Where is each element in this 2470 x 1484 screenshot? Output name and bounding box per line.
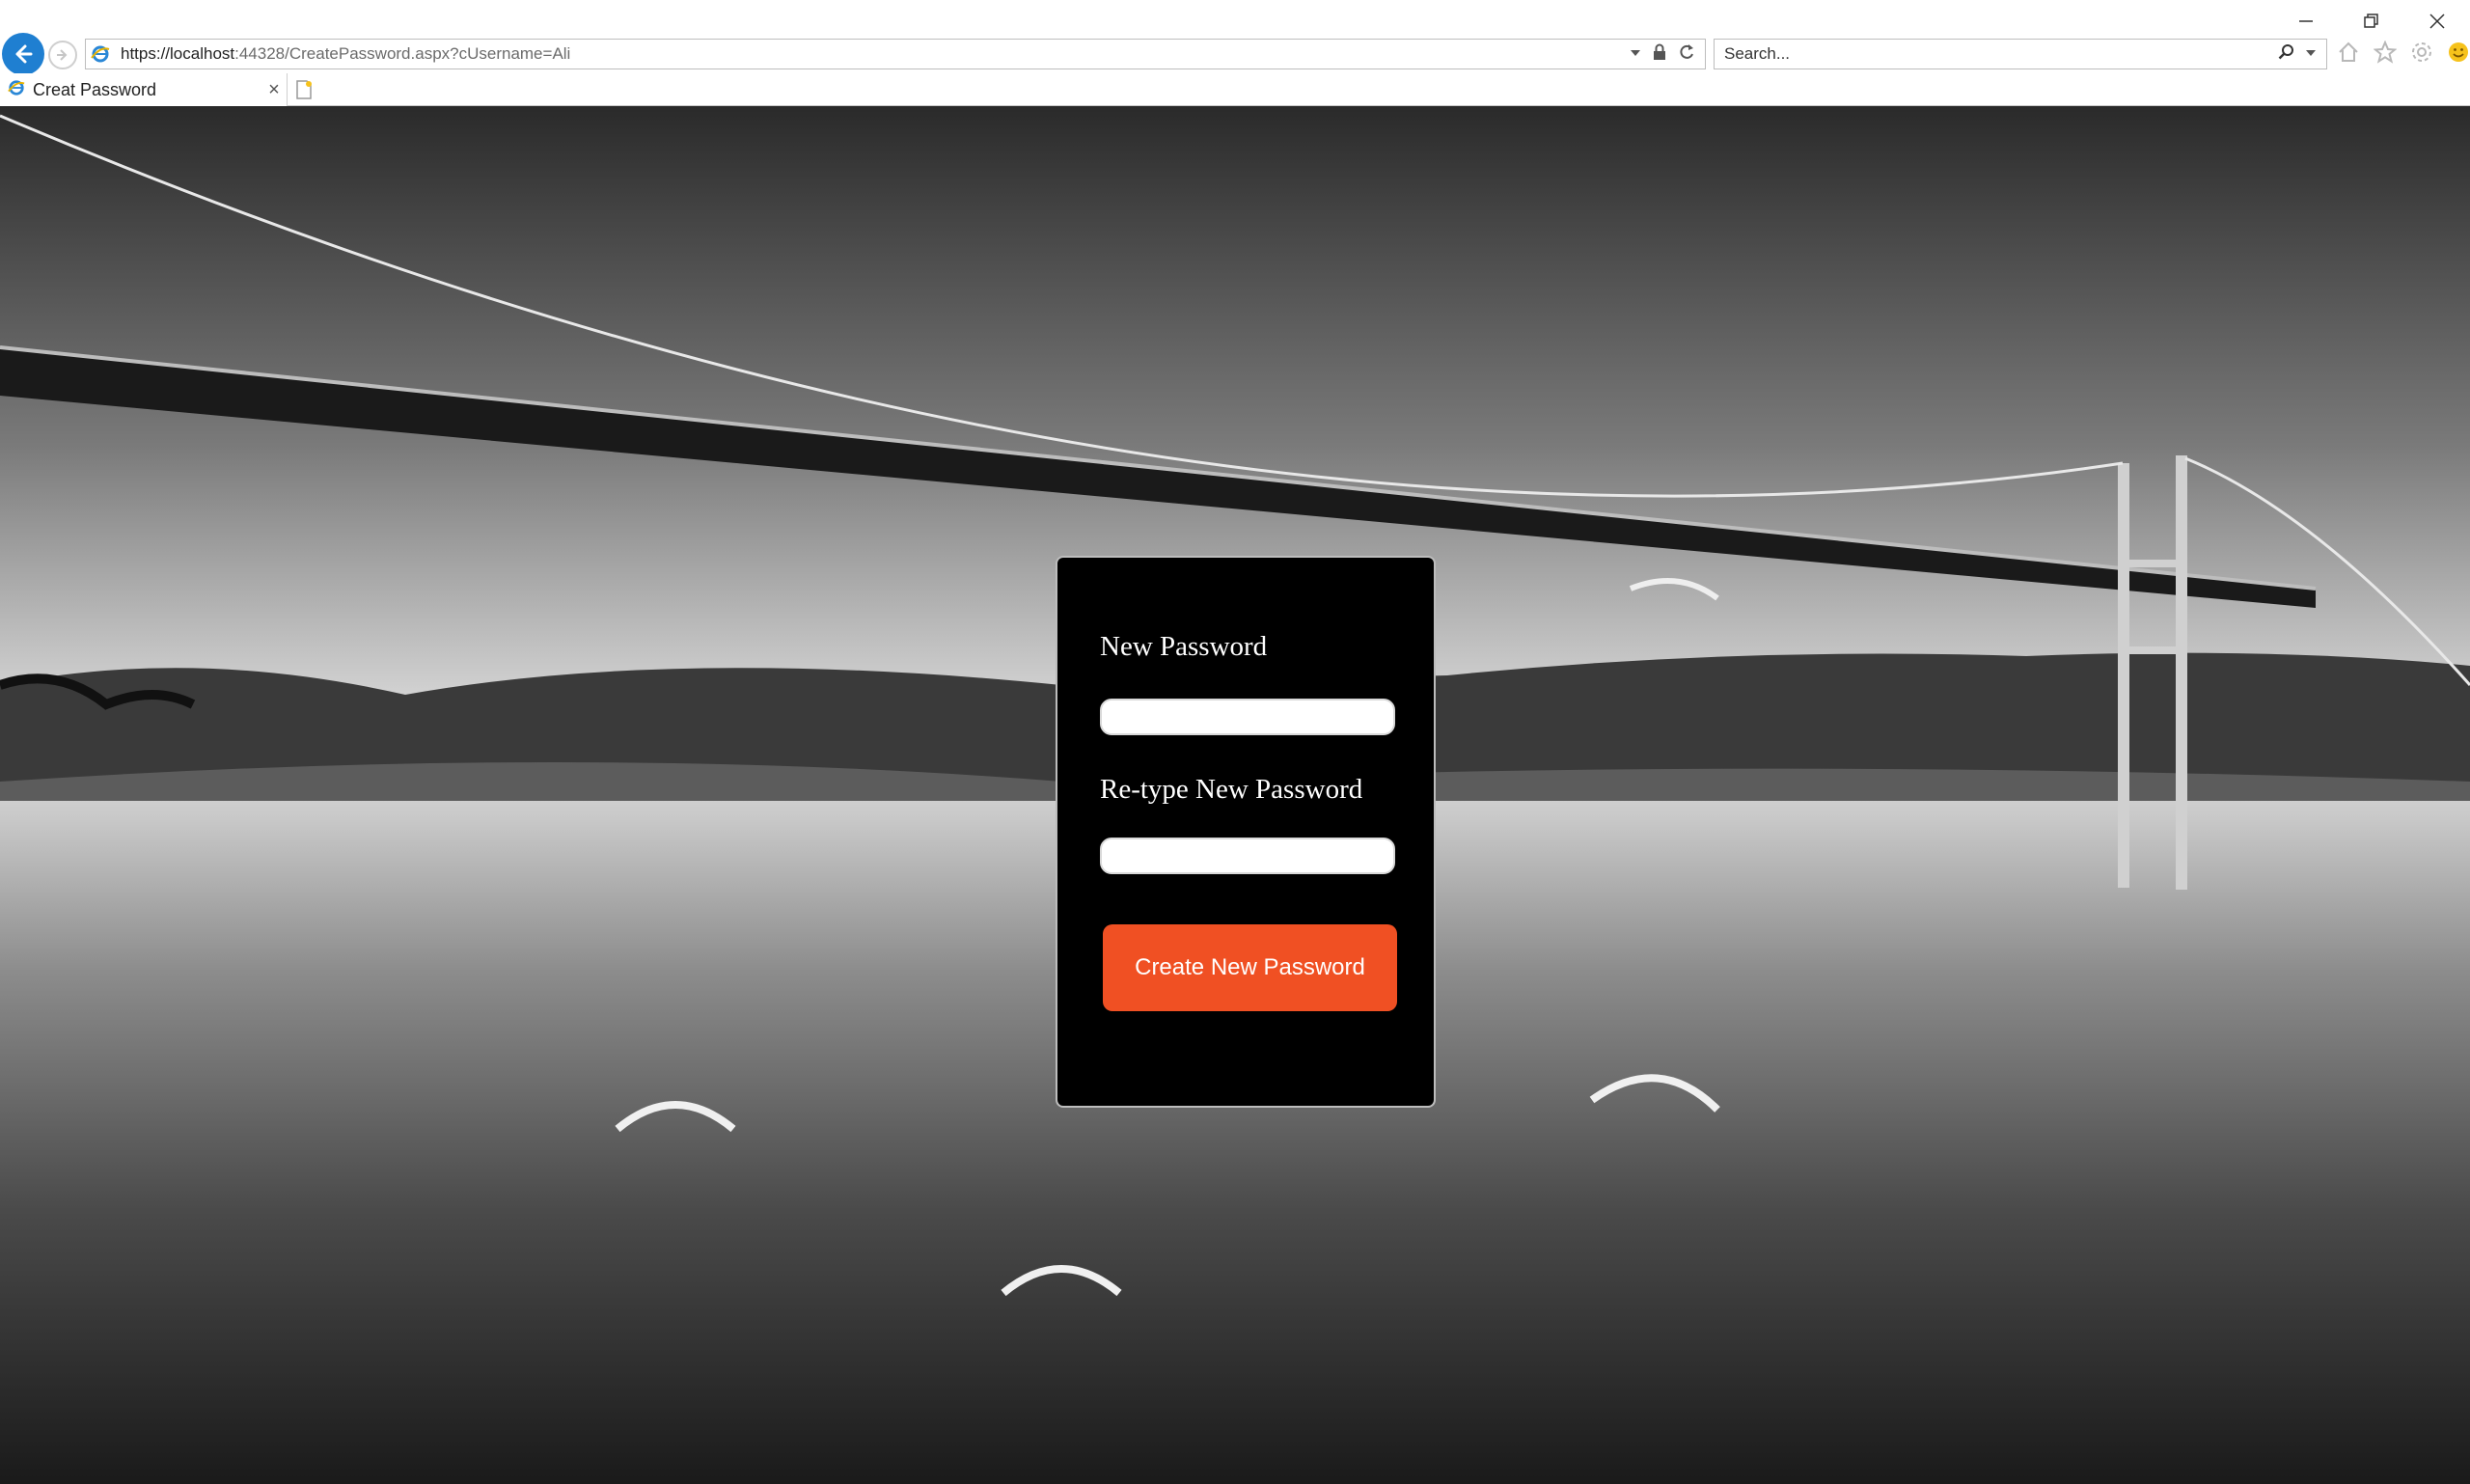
close-icon[interactable] <box>2404 4 2470 39</box>
home-icon[interactable] <box>2337 41 2360 69</box>
url-host: https://localhost <box>121 44 235 63</box>
refresh-icon[interactable] <box>1678 43 1695 66</box>
tab-favicon-icon <box>8 79 25 101</box>
ie-favicon-icon <box>86 40 115 69</box>
settings-gear-icon[interactable] <box>2410 41 2433 69</box>
search-icon[interactable] <box>2278 43 2295 66</box>
new-password-label: New Password <box>1100 631 1268 662</box>
tab-creat-password[interactable]: Creat Password × <box>0 73 288 106</box>
url-text[interactable]: https://localhost:44328/CreatePassword.a… <box>115 44 1630 64</box>
restore-icon[interactable] <box>2339 4 2404 39</box>
favorites-star-icon[interactable] <box>2373 40 2398 69</box>
forward-arrow-icon[interactable] <box>48 41 77 69</box>
new-tab-icon[interactable] <box>289 75 318 104</box>
smiley-feedback-icon[interactable] <box>2447 41 2470 69</box>
retype-password-label: Re-type New Password <box>1100 774 1363 805</box>
search-bar[interactable] <box>1714 39 2327 69</box>
search-input[interactable] <box>1715 43 2278 65</box>
back-arrow-icon[interactable] <box>2 33 44 75</box>
tab-close-icon[interactable]: × <box>261 79 287 101</box>
retype-password-input[interactable] <box>1100 838 1395 874</box>
url-path: :44328/CreatePassword.aspx?cUsername=Ali <box>234 44 571 63</box>
page-viewport: New Password Re-type New Password Create… <box>0 106 2470 1484</box>
window-controls <box>2273 4 2470 39</box>
create-new-password-button[interactable]: Create New Password <box>1103 924 1397 1011</box>
dropdown-icon[interactable] <box>1630 45 1641 63</box>
search-dropdown-icon[interactable] <box>2305 45 2317 63</box>
address-bar[interactable]: https://localhost:44328/CreatePassword.a… <box>85 39 1706 69</box>
new-password-input[interactable] <box>1100 699 1395 735</box>
lock-icon[interactable] <box>1653 43 1666 66</box>
browser-chrome: https://localhost:44328/CreatePassword.a… <box>0 0 2470 106</box>
create-password-card: New Password Re-type New Password Create… <box>1056 556 1436 1108</box>
minimize-icon[interactable] <box>2273 4 2339 39</box>
tab-title: Creat Password <box>33 79 157 99</box>
